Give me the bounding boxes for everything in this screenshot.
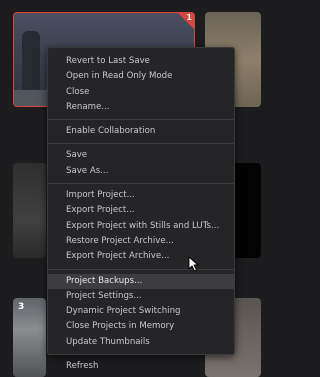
menu-item-export-project-archive[interactable]: Export Project Archive...	[48, 249, 234, 264]
tile-number: 3	[18, 302, 25, 312]
badge-number: 1	[186, 13, 192, 22]
project-thumbnail-5[interactable]: 3	[13, 298, 46, 377]
menu-separator	[48, 119, 234, 121]
project-thumbnail-3[interactable]	[13, 163, 46, 258]
menu-item-open-read-only[interactable]: Open in Read Only Mode	[48, 69, 234, 84]
menu-separator	[48, 143, 234, 145]
menu-item-rename[interactable]: Rename...	[48, 100, 234, 115]
menu-item-enable-collaboration[interactable]: Enable Collaboration	[48, 124, 234, 139]
menu-item-save-as[interactable]: Save As...	[48, 164, 234, 179]
menu-item-project-settings[interactable]: Project Settings...	[48, 289, 234, 304]
menu-separator	[48, 354, 234, 356]
menu-item-revert-to-last-save[interactable]: Revert to Last Save	[48, 54, 234, 69]
menu-item-close-projects-in-memory[interactable]: Close Projects in Memory	[48, 319, 234, 334]
menu-item-project-backups[interactable]: Project Backups...	[48, 273, 234, 289]
thumbnail-image-tree	[22, 31, 40, 91]
menu-separator	[48, 183, 234, 185]
menu-item-save[interactable]: Save	[48, 148, 234, 163]
menu-item-refresh[interactable]: Refresh	[48, 359, 234, 374]
project-context-menu: Revert to Last Save Open in Read Only Mo…	[47, 47, 235, 371]
menu-item-export-project[interactable]: Export Project...	[48, 203, 234, 218]
menu-item-close[interactable]: Close	[48, 85, 234, 100]
mouse-cursor-icon	[188, 256, 199, 272]
menu-item-export-with-stills-luts[interactable]: Export Project with Stills and LUTs...	[48, 219, 234, 234]
menu-item-import-project[interactable]: Import Project...	[48, 188, 234, 203]
menu-item-dynamic-project-switching[interactable]: Dynamic Project Switching	[48, 304, 234, 319]
menu-separator	[48, 268, 234, 270]
menu-item-update-thumbnails[interactable]: Update Thumbnails	[48, 335, 234, 350]
menu-item-restore-project-archive[interactable]: Restore Project Archive...	[48, 234, 234, 249]
